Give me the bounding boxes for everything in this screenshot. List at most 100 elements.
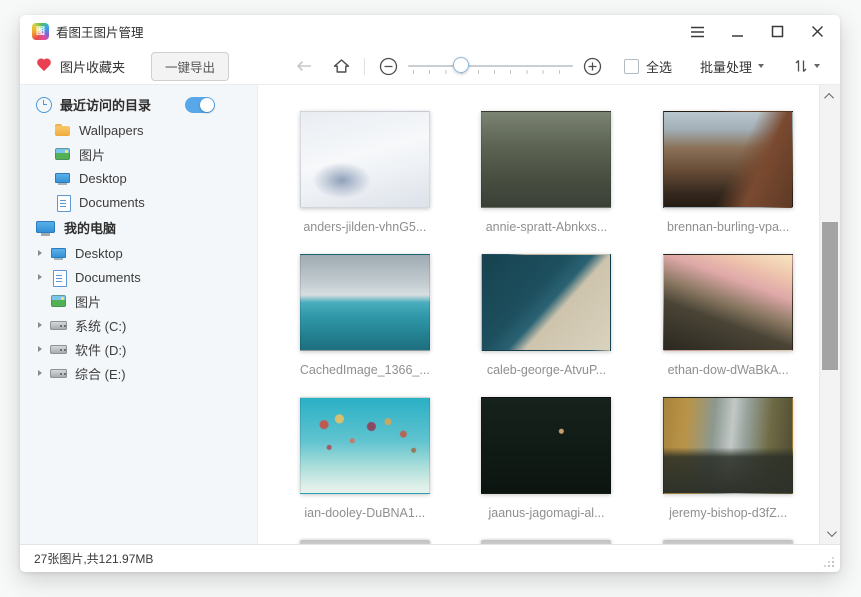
sidebar-folder-item[interactable]: Documents xyxy=(20,190,257,214)
drive-icon xyxy=(50,365,67,382)
select-all-label[interactable]: 全选 xyxy=(646,57,672,76)
image-item[interactable]: jaanus-jagomagi-al... xyxy=(456,397,638,540)
back-arrow-icon[interactable] xyxy=(295,59,313,73)
favorites-label[interactable]: 图片收藏夹 xyxy=(60,57,125,76)
scroll-up-icon[interactable] xyxy=(820,87,840,105)
app-window: 图 看图王图片管理 图片收藏夹 一键导出 xyxy=(20,15,840,572)
expand-arrow-icon[interactable] xyxy=(38,250,50,256)
thumbnail-grid: anders-jilden-vhnG5... annie-spratt-Abnk… xyxy=(274,111,819,540)
scrollbar-thumb[interactable] xyxy=(822,222,838,370)
expand-arrow-icon[interactable] xyxy=(38,274,50,280)
titlebar: 图 看图王图片管理 xyxy=(20,15,840,48)
drive-icon xyxy=(50,341,67,358)
image-thumbnail[interactable] xyxy=(481,397,611,494)
sidebar-item-label: 图片 xyxy=(79,145,105,164)
zoom-slider-handle[interactable] xyxy=(453,57,469,73)
expand-arrow-icon[interactable] xyxy=(38,370,50,376)
image-filename: caleb-george-AtvuP... xyxy=(487,363,606,377)
app-logo-icon: 图 xyxy=(32,23,49,40)
monitor-icon xyxy=(54,170,71,187)
folder-icon xyxy=(54,122,71,139)
vertical-scrollbar[interactable] xyxy=(819,85,840,544)
image-thumbnail[interactable] xyxy=(663,254,793,351)
sort-icon xyxy=(794,58,808,74)
image-filename: annie-spratt-Abnkxs... xyxy=(486,220,608,234)
toolbar: 图片收藏夹 一键导出 全选 xyxy=(20,48,840,85)
sidebar-tree-item[interactable]: 软件 (D:) xyxy=(20,337,257,361)
scroll-down-icon[interactable] xyxy=(820,524,840,542)
sidebar-item-label: Desktop xyxy=(79,171,127,186)
sidebar-folder-item[interactable]: Wallpapers xyxy=(20,118,257,142)
maximize-icon[interactable] xyxy=(768,23,786,41)
menu-icon[interactable] xyxy=(688,23,706,41)
image-icon xyxy=(50,293,67,310)
sidebar-tree-item[interactable]: 图片 xyxy=(20,289,257,313)
image-item[interactable]: caleb-george-AtvuP... xyxy=(456,254,638,397)
close-icon[interactable] xyxy=(808,23,826,41)
doc-icon xyxy=(50,269,67,286)
image-icon xyxy=(54,146,71,163)
content-area: anders-jilden-vhnG5... annie-spratt-Abnk… xyxy=(258,85,840,544)
sidebar-item-label: Wallpapers xyxy=(79,123,144,138)
image-item[interactable]: CachedImage_1366_... xyxy=(274,254,456,397)
sidebar: 最近访问的目录 Wallpapers 图片 xyxy=(20,85,258,544)
window-title: 看图王图片管理 xyxy=(56,22,144,41)
recent-directories-header[interactable]: 最近访问的目录 xyxy=(20,91,257,118)
image-item[interactable]: annie-spratt-Abnkxs... xyxy=(456,111,638,254)
favorites-heart-icon[interactable] xyxy=(36,59,52,73)
sidebar-folder-item[interactable]: Desktop xyxy=(20,166,257,190)
recent-toggle[interactable] xyxy=(185,97,215,113)
zoom-slider-track[interactable] xyxy=(408,65,573,67)
zoom-out-icon[interactable] xyxy=(379,57,398,76)
image-thumbnail[interactable] xyxy=(663,111,793,208)
sidebar-folder-item[interactable]: 图片 xyxy=(20,142,257,166)
sidebar-tree-item[interactable]: Documents xyxy=(20,265,257,289)
recent-directories-list: Wallpapers 图片 Desktop Documents xyxy=(20,118,257,214)
image-thumbnail[interactable] xyxy=(300,397,430,494)
status-text: 27张图片,共121.97MB xyxy=(34,550,153,567)
resize-grip[interactable] xyxy=(823,556,835,568)
sidebar-item-label: Documents xyxy=(79,195,145,210)
clock-icon xyxy=(36,97,52,113)
sidebar-tree-item[interactable]: Desktop xyxy=(20,241,257,265)
expand-arrow-icon[interactable] xyxy=(38,346,50,352)
doc-icon xyxy=(54,194,71,211)
image-filename: ethan-dow-dWaBkA... xyxy=(668,363,789,377)
sidebar-item-label: 图片 xyxy=(75,292,101,311)
sort-menu[interactable] xyxy=(794,58,820,74)
image-filename: CachedImage_1366_... xyxy=(300,363,430,377)
monitor-icon xyxy=(50,245,67,262)
export-button[interactable]: 一键导出 xyxy=(151,52,229,81)
zoom-slider[interactable] xyxy=(408,56,573,76)
expand-arrow-icon[interactable] xyxy=(38,322,50,328)
minimize-icon[interactable] xyxy=(728,23,746,41)
image-thumbnail[interactable] xyxy=(663,397,793,494)
sidebar-item-label: 综合 (E:) xyxy=(75,364,126,383)
image-thumbnail[interactable] xyxy=(481,111,611,208)
image-filename: anders-jilden-vhnG5... xyxy=(303,220,426,234)
select-all-checkbox[interactable] xyxy=(624,59,639,74)
sidebar-tree-item[interactable]: 系统 (C:) xyxy=(20,313,257,337)
batch-process-menu[interactable]: 批量处理 xyxy=(700,57,764,76)
image-thumbnail[interactable] xyxy=(300,111,430,208)
toolbar-right-group: 全选 批量处理 xyxy=(624,57,820,76)
zoom-in-icon[interactable] xyxy=(583,57,602,76)
image-item[interactable]: brennan-burling-vpa... xyxy=(637,111,819,254)
image-thumbnail[interactable] xyxy=(481,254,611,351)
statusbar: 27张图片,共121.97MB xyxy=(20,544,840,572)
image-thumbnail[interactable] xyxy=(300,254,430,351)
sidebar-item-label: Desktop xyxy=(75,246,123,261)
home-icon[interactable] xyxy=(333,58,350,74)
drive-icon xyxy=(50,317,67,334)
image-item[interactable]: jeremy-bishop-d3fZ... xyxy=(637,397,819,540)
recent-directories-label: 最近访问的目录 xyxy=(60,95,151,114)
image-item[interactable]: ian-dooley-DuBNA1... xyxy=(274,397,456,540)
image-item[interactable]: anders-jilden-vhnG5... xyxy=(274,111,456,254)
my-computer-label: 我的电脑 xyxy=(64,218,116,237)
my-computer-header[interactable]: 我的电脑 xyxy=(20,214,257,241)
image-item[interactable]: ethan-dow-dWaBkA... xyxy=(637,254,819,397)
chevron-down-icon xyxy=(814,64,820,68)
navigation-group xyxy=(295,56,602,76)
chevron-down-icon xyxy=(758,64,764,68)
sidebar-tree-item[interactable]: 综合 (E:) xyxy=(20,361,257,385)
